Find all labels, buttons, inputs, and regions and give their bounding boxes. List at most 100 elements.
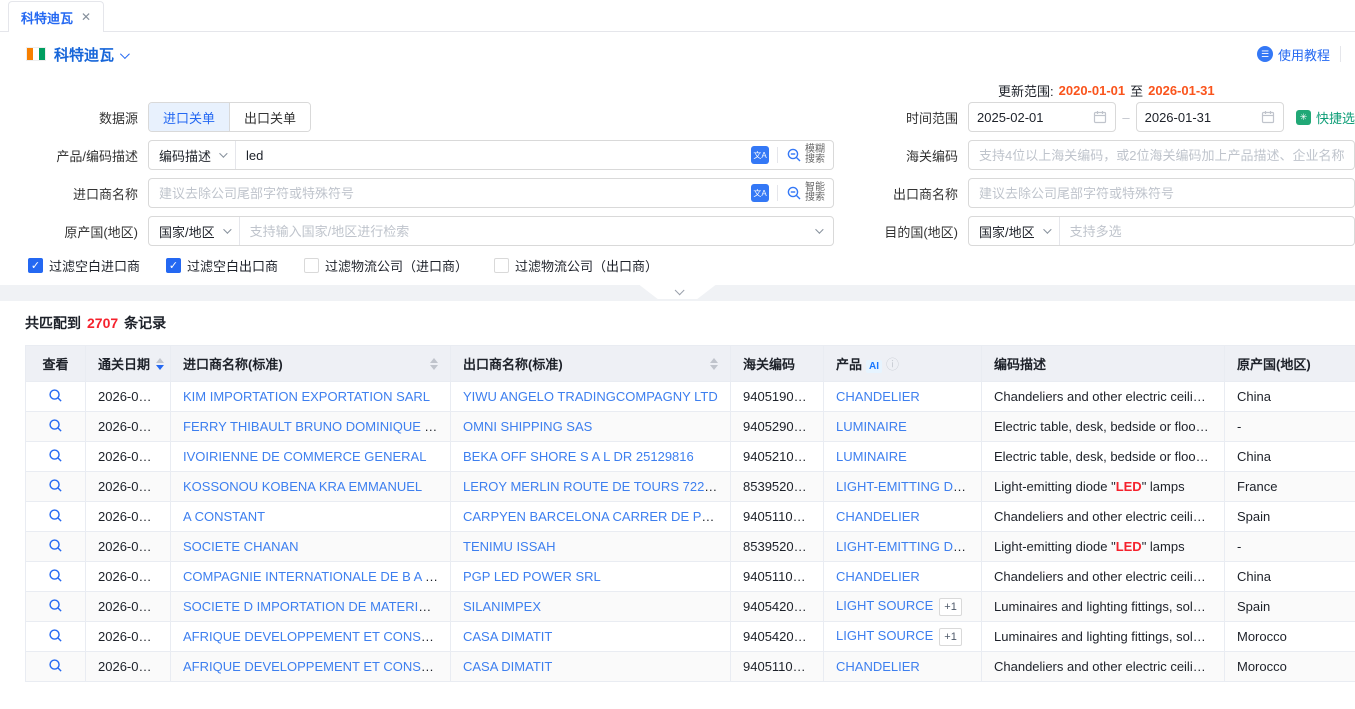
- hs-code-cell: 8539520000: [731, 472, 824, 502]
- importer-link[interactable]: SOCIETE CHANAN: [183, 539, 299, 554]
- col-view: 查看: [26, 346, 86, 382]
- exporter-link[interactable]: LEROY MERLIN ROUTE DE TOURS 72230 M: [463, 479, 731, 494]
- view-cell: [26, 382, 86, 412]
- date-cell: 2026-01-30: [86, 502, 171, 532]
- filter-checkbox[interactable]: ✓过滤空白出口商: [166, 256, 278, 275]
- ivory-coast-flag-icon: [26, 47, 46, 61]
- importer-link[interactable]: IVOIRIENNE DE COMMERCE GENERAL: [183, 449, 426, 464]
- import-declaration-segment[interactable]: 进口关单: [149, 103, 229, 131]
- checkbox-unchecked-icon[interactable]: [494, 258, 509, 273]
- view-detail-magnifier-icon[interactable]: [48, 598, 63, 613]
- translate-icon[interactable]: 文A: [751, 146, 769, 164]
- importer-cell: SOCIETE D IMPORTATION DE MATERIAUX E...: [171, 592, 451, 622]
- product-link[interactable]: LIGHT SOURCE: [836, 628, 933, 643]
- product-link[interactable]: CHANDELIER: [836, 569, 920, 584]
- filter-checkbox[interactable]: 过滤物流公司（进口商）: [304, 256, 468, 275]
- date-cell: 2026-01-30: [86, 592, 171, 622]
- product-link[interactable]: CHANDELIER: [836, 389, 920, 404]
- product-field-select[interactable]: 编码描述: [149, 141, 236, 169]
- importer-link[interactable]: FERRY THIBAULT BRUNO DOMINIQUE THO...: [183, 419, 451, 434]
- hs-code-box: [968, 140, 1355, 170]
- col-exporter[interactable]: 出口商名称(标准): [451, 346, 731, 382]
- product-link[interactable]: LUMINAIRE: [836, 449, 907, 464]
- destination-label: 目的国(地区): [870, 222, 968, 241]
- product-link[interactable]: LIGHT SOURCE: [836, 598, 933, 613]
- table-row: 2026-01-30 IVOIRIENNE DE COMMERCE GENERA…: [26, 442, 1355, 472]
- importer-cell: KIM IMPORTATION EXPORTATION SARL: [171, 382, 451, 412]
- view-detail-magnifier-icon[interactable]: [48, 538, 63, 553]
- product-link[interactable]: LIGHT-EMITTING DIODE: [836, 539, 982, 554]
- filter-checkbox-row: ✓过滤空白进口商 ✓过滤空白出口商 过滤物流公司（进口商） 过滤物流公司（出口商）: [0, 246, 1355, 283]
- importer-link[interactable]: AFRIQUE DEVELOPPEMENT ET CONSTRUCT...: [183, 659, 451, 674]
- origin-select-value: 国家/地区: [159, 222, 215, 241]
- fuzzy-search-button[interactable]: 模糊搜索: [786, 145, 833, 165]
- collapse-panel-button[interactable]: [640, 285, 716, 299]
- hs-code-input[interactable]: [969, 148, 1354, 163]
- origin-search-input[interactable]: [240, 224, 815, 239]
- filter-checkbox[interactable]: ✓过滤空白进口商: [28, 256, 140, 275]
- exporter-link[interactable]: OMNI SHIPPING SAS: [463, 419, 592, 434]
- exporter-link[interactable]: SILANIMPEX: [463, 599, 541, 614]
- destination-input[interactable]: [1060, 224, 1354, 239]
- col-origin: 原产国(地区): [1225, 346, 1355, 382]
- tutorial-button[interactable]: ☰ 使用教程: [1257, 45, 1330, 64]
- product-link[interactable]: LUMINAIRE: [836, 419, 907, 434]
- info-icon[interactable]: ⓘ: [886, 357, 899, 372]
- product-link[interactable]: LIGHT-EMITTING DIODE: [836, 479, 982, 494]
- export-declaration-segment[interactable]: 出口关单: [229, 103, 310, 131]
- tab-cote-divoire[interactable]: 科特迪瓦 ✕: [8, 1, 104, 32]
- end-date-input[interactable]: [1145, 110, 1255, 125]
- country-title[interactable]: 科特迪瓦: [54, 44, 114, 65]
- translate-icon[interactable]: 文A: [751, 184, 769, 202]
- origin-country-select[interactable]: 国家/地区: [149, 217, 240, 245]
- start-date-picker[interactable]: [968, 102, 1116, 132]
- importer-link[interactable]: KOSSONOU KOBENA KRA EMMANUEL: [183, 479, 422, 494]
- product-search-input[interactable]: [236, 148, 751, 163]
- view-detail-magnifier-icon[interactable]: [48, 388, 63, 403]
- importer-link[interactable]: SOCIETE D IMPORTATION DE MATERIAUX E...: [183, 599, 451, 614]
- exporter-link[interactable]: CARPYEN BARCELONA CARRER DE PERE IV: [463, 509, 731, 524]
- exporter-link[interactable]: YIWU ANGELO TRADINGCOMPAGNY LTD: [463, 389, 718, 404]
- origin-cell: -: [1225, 532, 1355, 562]
- product-link[interactable]: CHANDELIER: [836, 509, 920, 524]
- view-detail-magnifier-icon[interactable]: [48, 568, 63, 583]
- view-detail-magnifier-icon[interactable]: [48, 628, 63, 643]
- more-products-tag[interactable]: +1: [939, 598, 962, 616]
- importer-link[interactable]: AFRIQUE DEVELOPPEMENT ET CONSTRUCT...: [183, 629, 451, 644]
- table-header-row: 查看 通关日期 进口商名称(标准) 出口商名称(标准) 海关编码 产品AIⓘ 编…: [26, 346, 1355, 382]
- col-importer[interactable]: 进口商名称(标准): [171, 346, 451, 382]
- view-detail-magnifier-icon[interactable]: [48, 658, 63, 673]
- exporter-link[interactable]: CASA DIMATIT: [463, 629, 552, 644]
- sort-icon[interactable]: [710, 358, 718, 370]
- importer-input[interactable]: [149, 186, 751, 201]
- exporter-link[interactable]: TENIMU ISSAH: [463, 539, 555, 554]
- destination-country-select[interactable]: 国家/地区: [969, 217, 1060, 245]
- view-detail-magnifier-icon[interactable]: [48, 418, 63, 433]
- smart-search-button[interactable]: 智能搜索: [786, 183, 833, 203]
- importer-link[interactable]: COMPAGNIE INTERNATIONALE DE B A T E R: [183, 569, 451, 584]
- importer-link[interactable]: A CONSTANT: [183, 509, 265, 524]
- view-detail-magnifier-icon[interactable]: [48, 478, 63, 493]
- col-date[interactable]: 通关日期: [86, 346, 171, 382]
- exporter-link[interactable]: PGP LED POWER SRL: [463, 569, 601, 584]
- exporter-link[interactable]: CASA DIMATIT: [463, 659, 552, 674]
- checkbox-checked-icon[interactable]: ✓: [28, 258, 43, 273]
- tab-close-icon[interactable]: ✕: [81, 10, 91, 24]
- sort-icon[interactable]: [430, 358, 438, 370]
- sort-icon[interactable]: [156, 358, 164, 370]
- country-chevron-down-icon[interactable]: [120, 47, 127, 62]
- checkbox-unchecked-icon[interactable]: [304, 258, 319, 273]
- exporter-input[interactable]: [969, 186, 1354, 201]
- end-date-picker[interactable]: [1136, 102, 1284, 132]
- start-date-input[interactable]: [977, 110, 1087, 125]
- checkbox-checked-icon[interactable]: ✓: [166, 258, 181, 273]
- chevron-down-icon[interactable]: [815, 225, 823, 233]
- filter-checkbox[interactable]: 过滤物流公司（出口商）: [494, 256, 658, 275]
- view-detail-magnifier-icon[interactable]: [48, 508, 63, 523]
- product-link[interactable]: CHANDELIER: [836, 659, 920, 674]
- importer-link[interactable]: KIM IMPORTATION EXPORTATION SARL: [183, 389, 430, 404]
- exporter-link[interactable]: BEKA OFF SHORE S A L DR 25129816: [463, 449, 694, 464]
- more-products-tag[interactable]: +1: [939, 628, 962, 646]
- view-detail-magnifier-icon[interactable]: [48, 448, 63, 463]
- quick-select-button[interactable]: ✳ 快捷选: [1296, 108, 1355, 127]
